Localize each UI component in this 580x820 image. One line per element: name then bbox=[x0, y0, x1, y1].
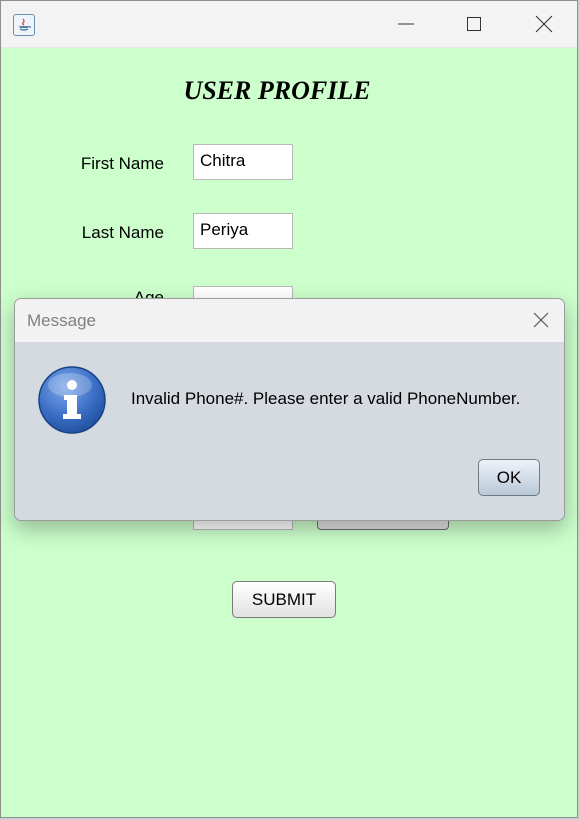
maximize-button[interactable] bbox=[439, 1, 509, 47]
minimize-icon bbox=[398, 23, 414, 25]
last-name-label: Last Name bbox=[81, 223, 164, 242]
message-dialog: Message Invalid Phone#. Please enter a v… bbox=[14, 298, 565, 521]
dialog-close-button[interactable] bbox=[524, 305, 558, 335]
dialog-message: Invalid Phone#. Please enter a valid Pho… bbox=[131, 389, 521, 408]
last-name-field[interactable]: Periya bbox=[193, 213, 293, 249]
dialog-title-bar[interactable]: Message bbox=[15, 299, 564, 342]
close-icon bbox=[533, 312, 549, 328]
first-name-label: First Name bbox=[80, 154, 164, 173]
submit-button[interactable]: SUBMIT bbox=[232, 581, 336, 618]
first-name-field[interactable]: Chitra bbox=[193, 144, 293, 180]
minimize-button[interactable] bbox=[371, 1, 441, 47]
maximize-icon bbox=[467, 17, 481, 31]
java-app-icon[interactable] bbox=[13, 14, 35, 36]
close-button[interactable] bbox=[509, 1, 577, 47]
title-bar[interactable] bbox=[1, 1, 577, 48]
page-title: USER PROFILE bbox=[183, 76, 371, 105]
info-icon bbox=[38, 366, 106, 434]
dialog-title: Message bbox=[27, 311, 96, 330]
ok-button[interactable]: OK bbox=[478, 459, 540, 496]
close-icon bbox=[535, 15, 553, 33]
